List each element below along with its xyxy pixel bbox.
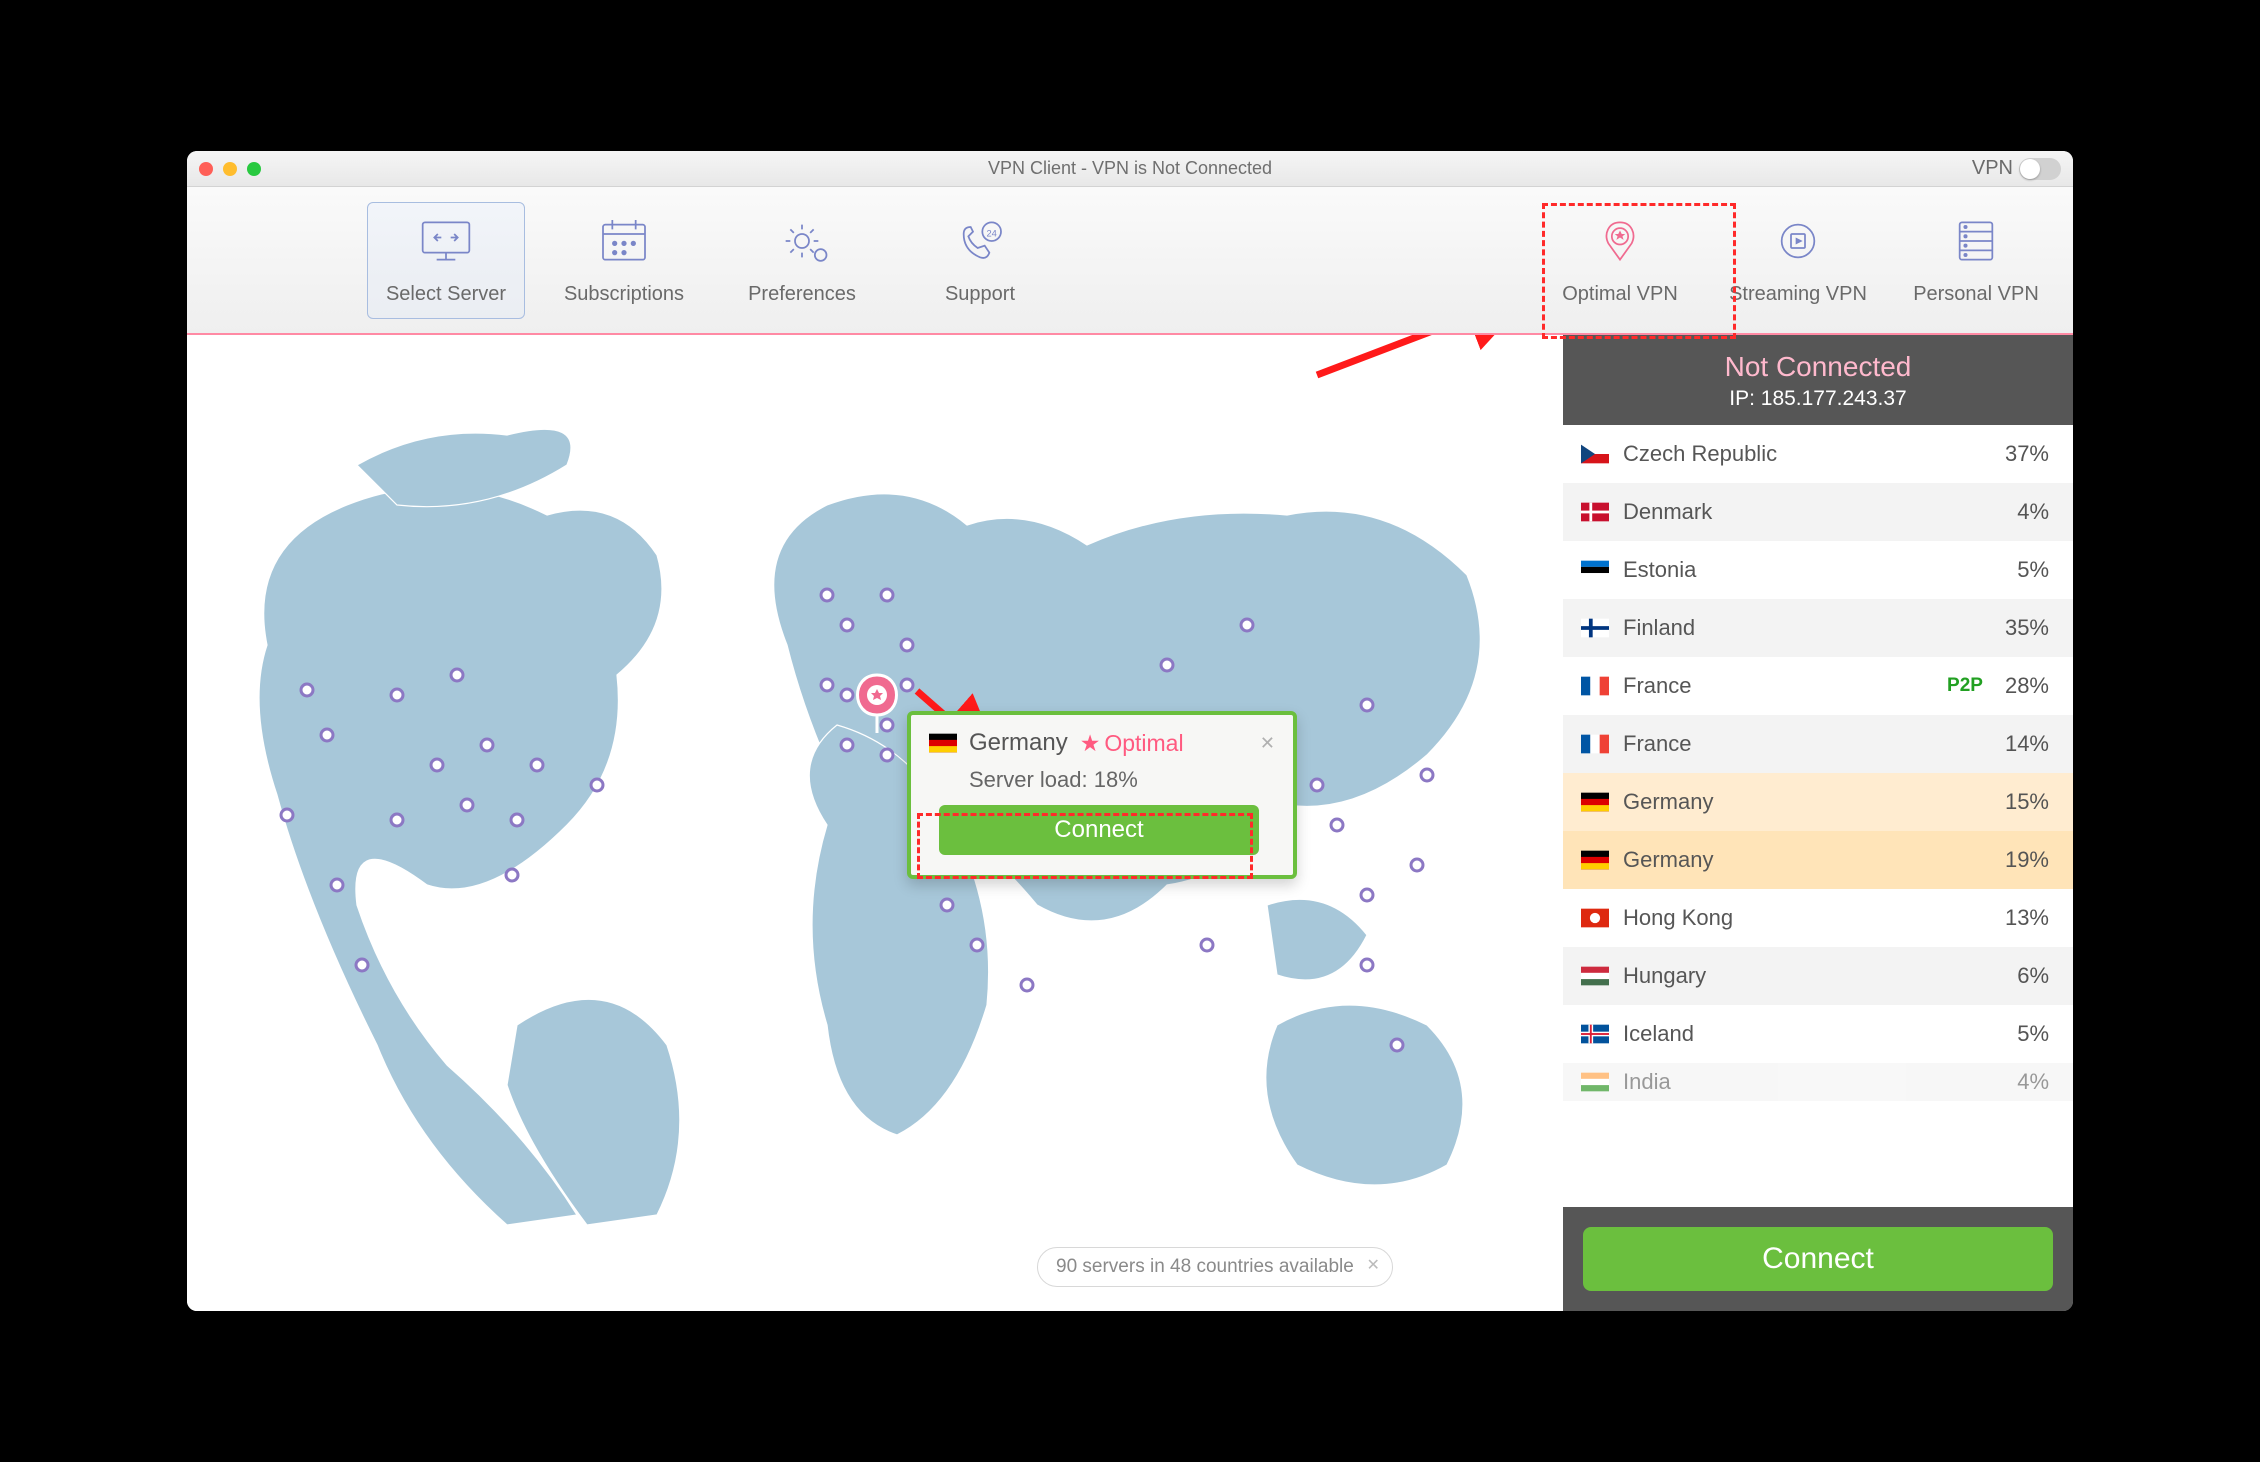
server-row-finland[interactable]: Finland 35% xyxy=(1563,599,2073,657)
pill-close-icon[interactable]: ✕ xyxy=(1366,1255,1379,1275)
flag-icon-ee xyxy=(1581,560,1609,580)
server-load: 13% xyxy=(2005,905,2049,931)
server-row-germany[interactable]: Germany 15% xyxy=(1563,773,2073,831)
server-sidebar: Not Connected IP: 185.177.243.37 Czech R… xyxy=(1563,335,2073,1311)
toolbar-support[interactable]: 24 Support xyxy=(901,202,1059,319)
pin-star-icon xyxy=(1592,215,1648,273)
zoom-dot[interactable] xyxy=(247,162,261,176)
flag-icon-hu xyxy=(1581,966,1609,986)
connection-status: Not Connected xyxy=(1563,351,2073,383)
server-rack-icon xyxy=(1948,215,2004,273)
server-load: 14% xyxy=(2005,731,2049,757)
calendar-icon xyxy=(596,215,652,273)
toolbar-label: Personal VPN xyxy=(1913,283,2039,306)
monitor-arrows-icon xyxy=(418,215,474,273)
server-row-france[interactable]: France P2P 28% xyxy=(1563,657,2073,715)
server-name: Germany xyxy=(1623,789,1991,815)
titlebar: VPN Client - VPN is Not Connected VPN xyxy=(187,151,2073,187)
popup-country: Germany xyxy=(969,729,1068,757)
app-window: VPN Client - VPN is Not Connected VPN Se… xyxy=(187,151,2073,1311)
server-row-iceland[interactable]: Iceland 5% xyxy=(1563,1005,2073,1063)
server-name: Czech Republic xyxy=(1623,441,1991,467)
traffic-lights xyxy=(199,162,261,176)
vpn-toggle-label: VPN xyxy=(1972,157,2013,180)
toolbar-label: Support xyxy=(945,283,1015,306)
server-name: Hong Kong xyxy=(1623,905,1991,931)
server-name: Iceland xyxy=(1623,1021,2003,1047)
flag-icon-cz xyxy=(1581,444,1609,464)
toolbar-label: Streaming VPN xyxy=(1729,283,1867,306)
server-popup: Germany ★ Optimal ✕ Server load: 18% Con… xyxy=(907,711,1297,879)
world-map[interactable]: Germany ★ Optimal ✕ Server load: 18% Con… xyxy=(187,335,1563,1311)
flag-icon-de xyxy=(1581,850,1609,870)
flag-icon-is xyxy=(1581,1024,1609,1044)
toolbar-label: Select Server xyxy=(386,283,506,306)
phone-24-icon: 24 xyxy=(952,215,1008,273)
toolbar: Select Server Subscriptions Preferences 24 S… xyxy=(187,187,2073,335)
server-load: 6% xyxy=(2017,963,2049,989)
star-icon: ★ xyxy=(1080,730,1101,757)
flag-icon-hk xyxy=(1581,908,1609,928)
server-row-france[interactable]: France 14% xyxy=(1563,715,2073,773)
toolbar-streaming-vpn[interactable]: Streaming VPN xyxy=(1719,203,1877,318)
popup-close-icon[interactable]: ✕ xyxy=(1260,733,1275,754)
server-list[interactable]: Czech Republic 37% Denmark 4% Estonia 5% Finla… xyxy=(1563,425,2073,1207)
server-load: 15% xyxy=(2005,789,2049,815)
server-row-hong-kong[interactable]: Hong Kong 13% xyxy=(1563,889,2073,947)
flag-icon-fr xyxy=(1581,734,1609,754)
server-name: France xyxy=(1623,673,1933,699)
toolbar-personal-vpn[interactable]: Personal VPN xyxy=(1897,203,2055,318)
server-row-india[interactable]: India 4% xyxy=(1563,1063,2073,1101)
toolbar-preferences[interactable]: Preferences xyxy=(723,202,881,319)
toolbar-optimal-vpn[interactable]: Optimal VPN xyxy=(1541,203,1699,318)
popup-server-load: Server load: 18% xyxy=(969,767,1275,793)
gear-icon xyxy=(774,215,830,273)
play-circle-icon xyxy=(1770,215,1826,273)
server-row-hungary[interactable]: Hungary 6% xyxy=(1563,947,2073,1005)
server-load: 5% xyxy=(2017,557,2049,583)
server-load: 28% xyxy=(2005,673,2049,699)
server-load: 37% xyxy=(2005,441,2049,467)
server-name: Denmark xyxy=(1623,499,2003,525)
server-name: Germany xyxy=(1623,847,1991,873)
servers-available-pill: 90 servers in 48 countries available ✕ xyxy=(1037,1247,1393,1287)
server-name: India xyxy=(1623,1069,2003,1095)
server-row-czech-republic[interactable]: Czech Republic 37% xyxy=(1563,425,2073,483)
p2p-badge: P2P xyxy=(1947,675,1983,697)
toolbar-label: Optimal VPN xyxy=(1562,283,1678,306)
server-load: 4% xyxy=(2017,1069,2049,1095)
server-name: Estonia xyxy=(1623,557,2003,583)
server-load: 4% xyxy=(2017,499,2049,525)
flag-icon-in xyxy=(1581,1072,1609,1092)
server-load: 35% xyxy=(2005,615,2049,641)
vpn-toggle[interactable] xyxy=(2019,158,2061,180)
server-name: France xyxy=(1623,731,1991,757)
server-load: 19% xyxy=(2005,847,2049,873)
flag-icon-dk xyxy=(1581,502,1609,522)
flag-icon-fi xyxy=(1581,618,1609,638)
toolbar-label: Preferences xyxy=(748,283,856,306)
flag-icon-de xyxy=(929,733,957,753)
server-name: Finland xyxy=(1623,615,1991,641)
svg-text:24: 24 xyxy=(986,228,996,238)
flag-icon-fr xyxy=(1581,676,1609,696)
server-row-denmark[interactable]: Denmark 4% xyxy=(1563,483,2073,541)
server-load: 5% xyxy=(2017,1021,2049,1047)
minimize-dot[interactable] xyxy=(223,162,237,176)
close-dot[interactable] xyxy=(199,162,213,176)
ip-address: IP: 185.177.243.37 xyxy=(1563,387,2073,411)
optimal-tag: ★ Optimal xyxy=(1080,730,1184,757)
toolbar-select-server[interactable]: Select Server xyxy=(367,202,525,319)
flag-icon-de xyxy=(1581,792,1609,812)
window-title: VPN Client - VPN is Not Connected xyxy=(187,158,2073,179)
toolbar-subscriptions[interactable]: Subscriptions xyxy=(545,202,703,319)
server-row-germany[interactable]: Germany 19% xyxy=(1563,831,2073,889)
sidebar-connect-button[interactable]: Connect xyxy=(1583,1227,2053,1291)
server-name: Hungary xyxy=(1623,963,2003,989)
server-row-estonia[interactable]: Estonia 5% xyxy=(1563,541,2073,599)
toolbar-label: Subscriptions xyxy=(564,283,684,306)
popup-connect-button[interactable]: Connect xyxy=(939,805,1259,855)
